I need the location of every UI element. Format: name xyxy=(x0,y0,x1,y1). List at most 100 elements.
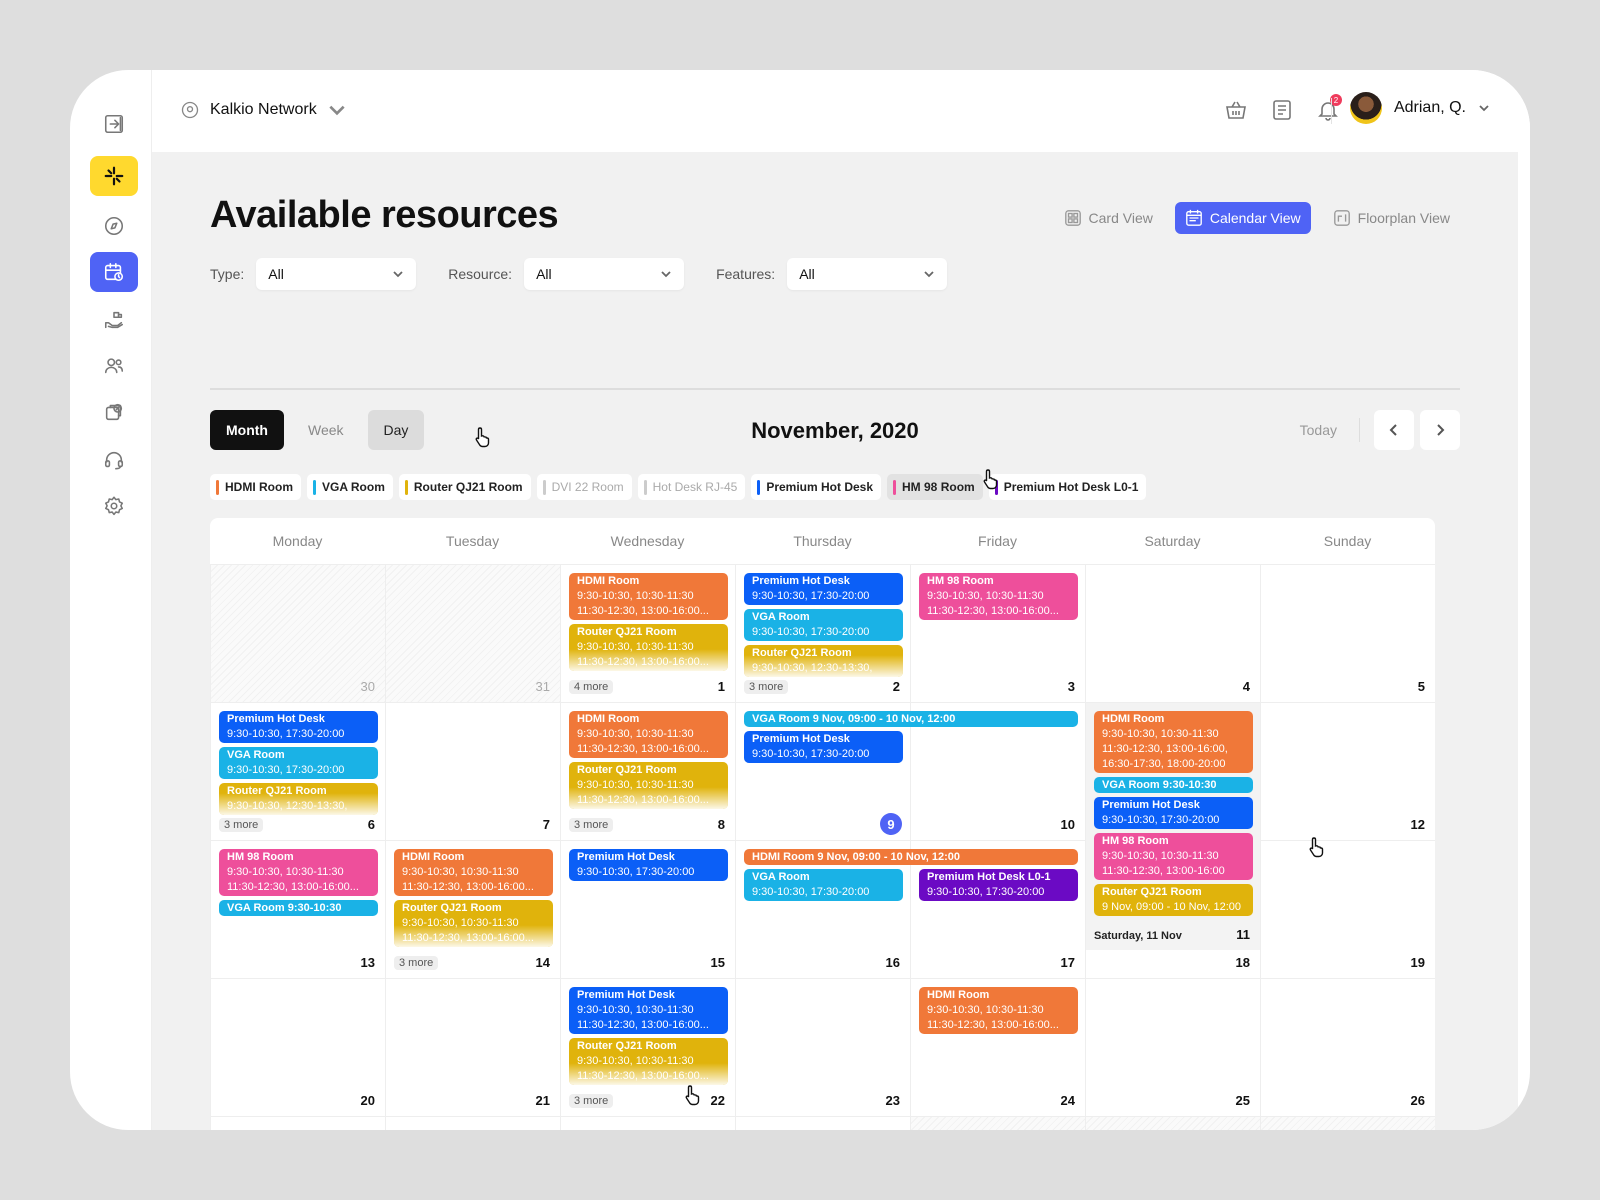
booking-event[interactable]: Premium Hot Desk 9:30-10:30, 17:30-20:00 xyxy=(219,711,378,743)
day-cell[interactable]: HDMI Room 9 Nov, 09:00 - 10 Nov, 12:00 VG… xyxy=(735,840,1078,978)
sidebar-item-explore[interactable] xyxy=(90,206,138,246)
sidebar-item-discounts[interactable] xyxy=(90,392,138,432)
booking-event[interactable]: VGA Room 9:30-10:30, 17:30-20:00 xyxy=(744,869,903,901)
day-cell[interactable]: HDMI Room 9:30-10:30, 10:30-11:30 11:30-12… xyxy=(560,702,735,840)
event-time-slots: 9:30-10:30, 10:30-11:30 xyxy=(402,866,519,878)
booking-event[interactable]: HDMI Room 9:30-10:30, 10:30-11:30 11:30-12… xyxy=(569,711,728,758)
features-select[interactable]: All xyxy=(787,258,948,290)
sidebar-item-settings[interactable] xyxy=(90,486,138,526)
legend-chip[interactable]: Router QJ21 Room xyxy=(398,474,531,500)
booking-event[interactable]: Router QJ21 Room 9 Nov, 09:00 - 10 Nov, 1… xyxy=(1094,884,1253,916)
sidebar-item-support[interactable] xyxy=(90,440,138,480)
day-cell[interactable] xyxy=(735,1116,910,1130)
booking-event[interactable]: Premium Hot Desk 9:30-10:30, 10:30-11:30 1… xyxy=(569,987,728,1034)
booking-event[interactable]: Premium Hot Desk 9:30-10:30, 17:30-20:00 xyxy=(744,731,903,763)
day-cell[interactable] xyxy=(560,1116,735,1130)
day-cell[interactable] xyxy=(910,1116,1085,1130)
day-cell[interactable]: HM 98 Room 9:30-10:30, 10:30-11:30 11:30-1… xyxy=(910,564,1085,702)
booking-event[interactable]: Router QJ21 Room 9:30-10:30, 12:30-13:30, xyxy=(219,783,378,815)
more-events-link[interactable]: 4 more xyxy=(569,680,614,694)
day-cell[interactable] xyxy=(385,1116,560,1130)
booking-event[interactable]: Router QJ21 Room 9:30-10:30, 10:30-11:30 1… xyxy=(394,900,553,947)
next-month-button[interactable] xyxy=(1420,410,1460,450)
booking-event[interactable]: HM 98 Room 9:30-10:30, 10:30-11:30 11:30-1… xyxy=(219,849,378,896)
day-cell[interactable]: 31 xyxy=(385,564,560,702)
booking-event[interactable]: HDMI Room 9:30-10:30, 10:30-11:30 11:30-12… xyxy=(394,849,553,896)
network-selector[interactable]: Kalkio Network xyxy=(180,100,347,120)
day-cell[interactable]: 23 xyxy=(735,978,910,1116)
booking-event[interactable]: VGA Room 9:30-10:30 xyxy=(219,900,378,916)
booking-event[interactable]: Router QJ21 Room 9:30-10:30, 10:30-11:30 1… xyxy=(569,762,728,809)
sidebar-item-members[interactable] xyxy=(90,346,138,386)
user-menu[interactable]: Adrian, Q. xyxy=(1349,92,1490,124)
booking-event[interactable]: VGA Room 9:30-10:30 xyxy=(1094,777,1253,793)
booking-event[interactable]: Premium Hot Desk L0-1 9:30-10:30, 17:30-2… xyxy=(919,869,1078,901)
booking-event[interactable]: Premium Hot Desk 9:30-10:30, 17:30-20:00 xyxy=(1094,797,1253,829)
booking-event[interactable]: HDMI Room 9:30-10:30, 10:30-11:30 11:30-12… xyxy=(569,573,728,620)
booking-event[interactable]: Router QJ21 Room 9:30-10:30, 10:30-11:30 1… xyxy=(569,1038,728,1085)
booking-event[interactable]: Router QJ21 Room 9:30-10:30, 12:30-13:30, xyxy=(744,645,903,677)
day-cell[interactable] xyxy=(1085,1116,1260,1130)
more-events-link[interactable]: 3 more xyxy=(569,1094,614,1108)
basket-button[interactable] xyxy=(1224,98,1248,122)
booking-event[interactable]: Router QJ21 Room 9:30-10:30, 10:30-11:30 1… xyxy=(569,624,728,671)
day-cell[interactable]: 12 xyxy=(1260,702,1435,840)
legend-chip[interactable]: Hot Desk RJ-45 xyxy=(637,474,746,500)
notifications-button[interactable]: 2 xyxy=(1316,94,1342,122)
expand-sidebar-button[interactable] xyxy=(90,104,138,144)
legend-chip[interactable]: HDMI Room xyxy=(210,474,301,500)
sidebar-item-resources[interactable] xyxy=(90,300,138,340)
day-cell[interactable]: 7 xyxy=(385,702,560,840)
day-cell[interactable]: 26 xyxy=(1260,978,1435,1116)
legend-chip[interactable]: Premium Hot Desk xyxy=(751,474,882,500)
card-view-button[interactable]: Card View xyxy=(1054,202,1163,234)
day-cell[interactable]: 20 xyxy=(210,978,385,1116)
day-cell[interactable]: Premium Hot Desk 9:30-10:30, 10:30-11:30 1… xyxy=(560,978,735,1116)
booking-event[interactable]: HDMI Room 9:30-10:30, 10:30-11:30 11:30-12… xyxy=(1094,711,1253,773)
legend-chip[interactable]: VGA Room xyxy=(307,474,393,500)
legend-chip[interactable]: Premium Hot Desk L0-1 xyxy=(988,474,1147,500)
booking-event[interactable]: VGA Room 9 Nov, 09:00 - 10 Nov, 12:00 xyxy=(744,711,1078,727)
sidebar-item-bookings[interactable] xyxy=(90,252,138,292)
day-cell[interactable] xyxy=(210,1116,385,1130)
more-events-link[interactable]: 3 more xyxy=(569,818,614,832)
booking-event[interactable]: VGA Room 9:30-10:30, 17:30-20:00 xyxy=(744,609,903,641)
more-events-link[interactable]: 3 more xyxy=(744,680,789,694)
day-cell[interactable]: VGA Room 9 Nov, 09:00 - 10 Nov, 12:00 Pre… xyxy=(735,702,1078,840)
day-cell[interactable]: Premium Hot Desk 9:30-10:30, 17:30-20:00 V… xyxy=(735,564,910,702)
booking-event[interactable]: Premium Hot Desk 9:30-10:30, 17:30-20:00 xyxy=(569,849,728,881)
more-events-link[interactable]: 3 more xyxy=(394,956,439,970)
invoices-button[interactable] xyxy=(1270,98,1294,122)
today-button[interactable]: Today xyxy=(1284,422,1353,438)
prev-month-button[interactable] xyxy=(1374,410,1414,450)
booking-event[interactable]: HM 98 Room 9:30-10:30, 10:30-11:30 11:30-1… xyxy=(1094,833,1253,880)
weekday-header: Tuesday xyxy=(445,533,500,549)
day-cell[interactable]: 5 xyxy=(1260,564,1435,702)
booking-event[interactable]: VGA Room 9:30-10:30, 17:30-20:00 xyxy=(219,747,378,779)
resource-select[interactable]: All xyxy=(524,258,685,290)
day-cell[interactable]: HDMI Room 9:30-10:30, 10:30-11:30 11:30-12… xyxy=(1085,702,1260,950)
day-cell[interactable]: HDMI Room 9:30-10:30, 10:30-11:30 11:30-12… xyxy=(910,978,1085,1116)
floorplan-view-button[interactable]: Floorplan View xyxy=(1323,202,1460,234)
type-select[interactable]: All xyxy=(256,258,417,290)
booking-event[interactable]: HDMI Room 9 Nov, 09:00 - 10 Nov, 12:00 xyxy=(744,849,1078,865)
logo[interactable] xyxy=(90,156,138,196)
day-cell[interactable]: 4 xyxy=(1085,564,1260,702)
more-events-link[interactable]: 3 more xyxy=(219,818,264,832)
booking-event[interactable]: Premium Hot Desk 9:30-10:30, 17:30-20:00 xyxy=(744,573,903,605)
day-cell[interactable]: Premium Hot Desk 9:30-10:30, 17:30-20:00 1… xyxy=(560,840,735,978)
day-cell[interactable]: Premium Hot Desk 9:30-10:30, 17:30-20:00 V… xyxy=(210,702,385,840)
calendar-view-button[interactable]: Calendar View xyxy=(1174,202,1311,234)
day-cell[interactable] xyxy=(1260,1116,1435,1130)
day-cell[interactable]: 25 xyxy=(1085,978,1260,1116)
day-cell[interactable]: HM 98 Room 9:30-10:30, 10:30-11:30 11:30-1… xyxy=(210,840,385,978)
legend-chip[interactable]: HM 98 Room xyxy=(887,474,983,500)
day-cell[interactable]: HDMI Room 9:30-10:30, 10:30-11:30 11:30-12… xyxy=(560,564,735,702)
booking-event[interactable]: HM 98 Room 9:30-10:30, 10:30-11:30 11:30-1… xyxy=(919,573,1078,620)
day-cell[interactable]: 21 xyxy=(385,978,560,1116)
day-cell[interactable]: 30 xyxy=(210,564,385,702)
day-cell[interactable]: HDMI Room 9:30-10:30, 10:30-11:30 11:30-12… xyxy=(385,840,560,978)
booking-event[interactable]: HDMI Room 9:30-10:30, 10:30-11:30 11:30-12… xyxy=(919,987,1078,1034)
legend-chip[interactable]: DVI 22 Room xyxy=(536,474,632,500)
day-cell[interactable]: 19 xyxy=(1260,840,1435,978)
